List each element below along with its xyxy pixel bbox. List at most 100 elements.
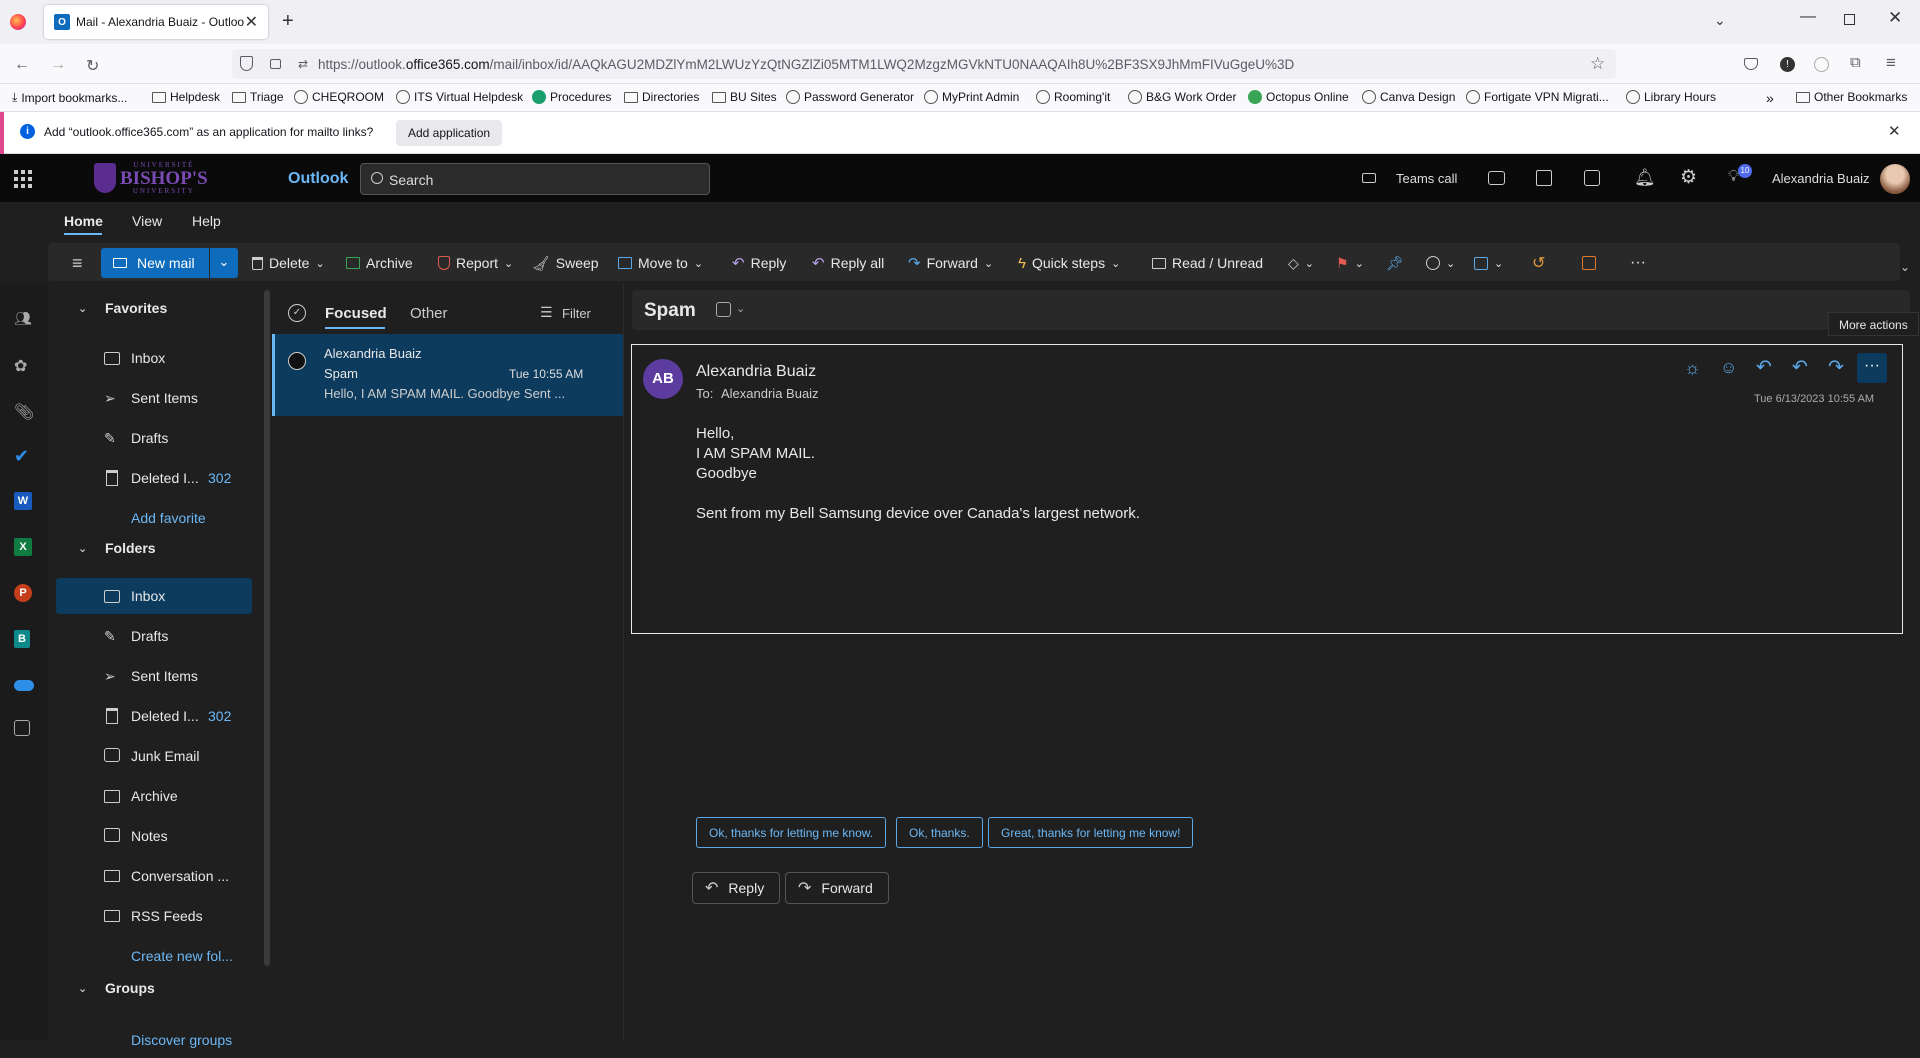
notification-close-icon[interactable]: ✕ [1888, 122, 1901, 140]
suggested-reply-3[interactable]: Great, thanks for letting me know! [988, 817, 1194, 848]
more-apps-icon[interactable] [14, 720, 30, 736]
bookmark-5[interactable]: Procedures [532, 90, 611, 104]
back-icon[interactable]: ← [14, 56, 30, 74]
add-favorite-link[interactable]: Add favorite [48, 500, 252, 536]
delete-button[interactable]: Delete ⌄ [252, 248, 325, 278]
user-name[interactable]: Alexandria Buaiz [1772, 171, 1870, 186]
new-mail-button[interactable]: New mail [101, 248, 209, 278]
sender-avatar[interactable]: AB [643, 359, 683, 399]
bookmark-9[interactable]: MyPrint Admin [924, 90, 1019, 104]
new-tab-icon[interactable]: + [282, 10, 294, 33]
reply-action-button[interactable]: ↶ Reply [692, 872, 780, 904]
folder-notes[interactable]: Notes [48, 818, 252, 854]
search-input[interactable]: Search [389, 172, 433, 188]
bookmark-4[interactable]: ITS Virtual Helpdesk [396, 90, 523, 104]
account-icon[interactable] [1814, 57, 1829, 72]
filter-button[interactable]: Filter [562, 306, 591, 321]
reply-icon[interactable]: ↶ [1756, 356, 1772, 379]
archive-button[interactable]: Archive [346, 248, 413, 278]
teams-call-button[interactable]: Teams call [1396, 171, 1457, 186]
move-to-button[interactable]: Move to ⌄ [618, 248, 703, 278]
bookmark-7[interactable]: BU Sites [712, 90, 777, 104]
minimize-icon[interactable]: — [1800, 8, 1816, 26]
summary-icon[interactable] [716, 302, 731, 317]
more-bookmarks-icon[interactable]: » [1766, 90, 1774, 106]
folder-sent-items[interactable]: ➢ Sent Items [48, 658, 252, 694]
bookmark-12[interactable]: Octopus Online [1248, 90, 1349, 104]
other-bookmarks[interactable]: Other Bookmarks [1796, 90, 1907, 104]
suggested-reply-1[interactable]: Ok, thanks for letting me know. [696, 817, 887, 848]
bookmark-2[interactable]: Triage [232, 90, 284, 104]
tab-view[interactable]: View [132, 213, 162, 229]
bookmark-0[interactable]: ⤓ Import bookmarks... [12, 90, 127, 105]
folder-scrollbar[interactable] [264, 290, 270, 966]
tab-focused[interactable]: Focused [325, 305, 387, 322]
tab-help[interactable]: Help [192, 213, 221, 229]
tag-button[interactable]: ◇ ⌄ [1288, 248, 1314, 278]
office-icon[interactable] [1536, 170, 1552, 186]
app-launcher-icon[interactable] [14, 170, 32, 188]
reply-button[interactable]: ↶ Reply [732, 248, 786, 278]
reply-all-icon[interactable]: ↶ [1792, 356, 1808, 379]
close-window-icon[interactable]: ✕ [1888, 8, 1902, 28]
folder-deleted-items[interactable]: Deleted I... 302 [48, 698, 252, 734]
bookmark-6[interactable]: Directories [624, 90, 699, 104]
tab-other[interactable]: Other [410, 305, 448, 322]
message-select-radio[interactable] [288, 352, 306, 370]
pocket-icon[interactable] [1744, 58, 1758, 70]
forward-icon[interactable]: ↷ [1828, 356, 1844, 379]
sweep-button[interactable]: 🧹︎ Sweep [532, 248, 599, 278]
create-new-folder-link[interactable]: Create new fol... [48, 938, 252, 974]
forward-nav-icon[interactable]: → [50, 56, 66, 74]
firefox-icon[interactable] [10, 14, 26, 30]
url-bar[interactable]: https://outlook. office365.com/mail/inbox… [232, 49, 1616, 79]
tab-close-icon[interactable]: ✕ [245, 12, 258, 32]
bookmark-star-icon[interactable]: ☆ [1590, 54, 1605, 74]
message-row[interactable]: Alexandria Buaiz Spam Tue 10:55 AM Hello… [272, 334, 623, 416]
to-recipient[interactable]: Alexandria Buaiz [721, 386, 819, 401]
app-name[interactable]: Outlook [288, 170, 348, 188]
my-day-icon[interactable] [1584, 170, 1600, 186]
bookmark-8[interactable]: Password Generator [786, 90, 914, 104]
fav-drafts[interactable]: ✎ Drafts [48, 420, 252, 456]
word-icon[interactable]: W [14, 492, 32, 510]
report-button[interactable]: Report ⌄ [438, 248, 513, 278]
permissions-icon[interactable]: ⇄ [298, 57, 308, 71]
bookings-icon[interactable]: B [14, 630, 30, 648]
read-unread-button[interactable]: Read / Unread [1152, 248, 1263, 278]
app-menu-icon[interactable]: ≡ [1886, 53, 1896, 73]
tab-list-icon[interactable]: ⌄ [1714, 12, 1726, 29]
discover-groups-link[interactable]: Discover groups [48, 1022, 252, 1058]
user-avatar[interactable] [1880, 164, 1910, 194]
extension-info-icon[interactable]: ! [1780, 57, 1795, 72]
filter-icon[interactable]: ☰ [540, 304, 553, 321]
reply-all-button[interactable]: ↶ Reply all [812, 248, 884, 278]
bookmark-15[interactable]: Library Hours [1626, 90, 1716, 104]
more-options-icon[interactable]: ··· [1630, 248, 1646, 278]
bookmark-14[interactable]: Fortigate VPN Migrati... [1466, 90, 1609, 104]
quick-steps-button[interactable]: ϟ Quick steps ⌄ [1018, 248, 1120, 278]
ribbon-collapse-icon[interactable]: ⌄ [1900, 260, 1910, 274]
select-all-checkbox[interactable]: ✓ [288, 304, 306, 322]
powerpoint-icon[interactable]: P [14, 584, 32, 602]
browser-tab-active[interactable]: O Mail - Alexandria Buaiz - Outloo ✕ [44, 5, 268, 39]
bookmark-1[interactable]: Helpdesk [152, 90, 220, 104]
bookmark-11[interactable]: B&G Work Order [1128, 90, 1236, 104]
bookmark-10[interactable]: Rooming'it [1036, 90, 1110, 104]
attachment-icon[interactable]: 📎︎ [14, 402, 34, 422]
groups-icon[interactable]: ✿ [14, 356, 34, 376]
hamburger-icon[interactable]: ≡ [72, 253, 83, 274]
apps-button[interactable] [1582, 248, 1596, 278]
more-actions-button[interactable]: ··· [1857, 353, 1887, 383]
excel-icon[interactable]: X [14, 538, 32, 556]
settings-gear-icon[interactable]: ⚙ [1680, 166, 1697, 189]
policy-button[interactable]: ⌄ [1474, 248, 1503, 278]
sender-name[interactable]: Alexandria Buaiz [696, 363, 816, 381]
fav-deleted-items[interactable]: Deleted I... 302 [48, 460, 252, 496]
fav-sent-items[interactable]: ➢ Sent Items [48, 380, 252, 416]
notifications-bell-icon[interactable]: 🔔︎ [1634, 168, 1656, 188]
extensions-icon[interactable]: ⧉ [1850, 54, 1861, 71]
people-icon[interactable]: 👥︎ [14, 310, 34, 330]
lock-icon[interactable] [270, 59, 281, 69]
add-application-button[interactable]: Add application [396, 120, 503, 146]
